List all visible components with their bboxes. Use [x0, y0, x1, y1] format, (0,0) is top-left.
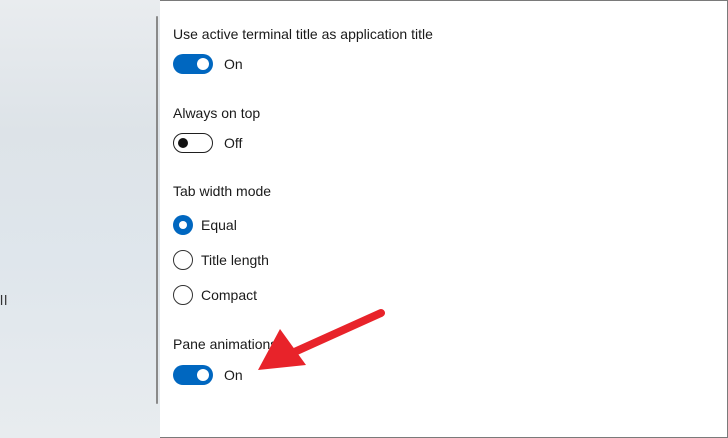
terminal-title-state: On: [224, 56, 243, 72]
always-on-top-label: Always on top: [173, 105, 261, 121]
pane-animations-label: Pane animations: [173, 336, 278, 352]
radio-checked[interactable]: [173, 215, 193, 235]
tab-width-option-equal[interactable]: Equal: [173, 215, 237, 235]
pane-animations-state: On: [224, 367, 243, 383]
always-on-top-toggle-row: Off: [173, 133, 242, 153]
tab-width-mode-label: Tab width mode: [173, 183, 272, 199]
tab-width-option-compact[interactable]: Compact: [173, 285, 257, 305]
radio-label: Title length: [201, 252, 269, 268]
radio-label: Compact: [201, 287, 258, 303]
always-on-top-state: Off: [224, 135, 243, 151]
radio-unchecked[interactable]: [173, 285, 193, 305]
radio-label: Equal: [201, 217, 237, 233]
terminal-title-toggle[interactable]: [173, 54, 213, 74]
scrollbar[interactable]: [156, 16, 158, 404]
sidebar: ll: [0, 0, 160, 438]
settings-panel: Use active terminal title as application…: [173, 0, 728, 438]
terminal-title-toggle-row: On: [173, 54, 243, 74]
pane-animations-toggle-row: On: [173, 365, 243, 385]
toggle-knob: [197, 58, 209, 70]
pane-animations-toggle[interactable]: [173, 365, 213, 385]
toggle-knob: [178, 138, 188, 148]
tab-width-option-title-length[interactable]: Title length: [173, 250, 269, 270]
radio-unchecked[interactable]: [173, 250, 193, 270]
toggle-knob: [197, 369, 209, 381]
always-on-top-toggle[interactable]: [173, 133, 213, 153]
sidebar-item-partial[interactable]: ll: [0, 292, 8, 308]
terminal-title-label: Use active terminal title as application…: [173, 26, 433, 42]
